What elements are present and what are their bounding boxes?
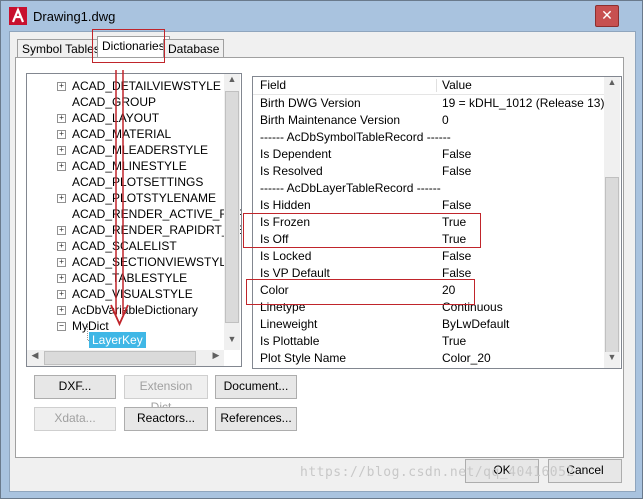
tree-horizontal-scrollbar[interactable]: ◀ ▶ xyxy=(27,350,224,366)
window-title: Drawing1.dwg xyxy=(33,9,116,24)
tree-vertical-scrollbar[interactable]: ▲ ▼ xyxy=(224,74,240,350)
expand-icon[interactable]: + xyxy=(57,242,66,251)
annotation-box-color xyxy=(246,279,475,305)
tree-item[interactable]: ACAD_SECTIONVIEWSTYLE xyxy=(72,254,234,270)
grid-value-cell[interactable]: 0 xyxy=(442,112,449,129)
expand-icon[interactable]: + xyxy=(57,130,66,139)
grid-field-cell[interactable]: ------ AcDbSymbolTableRecord ------ xyxy=(260,129,451,146)
tree-item-selected[interactable]: LayerKey xyxy=(89,332,146,348)
tree-item[interactable]: ACAD_PLOTSTYLENAME xyxy=(72,190,216,206)
grid-value-cell[interactable]: Color_20 xyxy=(442,350,491,367)
expand-icon[interactable]: + xyxy=(57,258,66,267)
expand-icon[interactable]: + xyxy=(57,290,66,299)
expand-icon[interactable]: + xyxy=(57,194,66,203)
tree-item[interactable]: ACAD_RENDER_RAPIDRT_SE xyxy=(72,222,241,238)
grid-field-cell[interactable]: ------ AcDbLayerTableRecord ------ xyxy=(260,180,441,197)
expand-icon[interactable]: + xyxy=(57,274,66,283)
grid-value-cell[interactable]: False xyxy=(442,248,471,265)
expand-icon[interactable]: + xyxy=(57,114,66,123)
grid-field-cell[interactable]: Lineweight xyxy=(260,316,317,333)
grid-value-cell[interactable]: 19 = kDHL_1012 (Release 13) xyxy=(442,95,604,112)
grid-value-cell[interactable]: False xyxy=(442,146,471,163)
dxf-button[interactable]: DXF... xyxy=(34,375,116,399)
annotation-box-frozen-off xyxy=(243,213,481,248)
grid-vertical-scrollbar[interactable]: ▲ ▼ xyxy=(604,77,620,368)
expand-icon[interactable]: + xyxy=(57,306,66,315)
grid-field-cell[interactable]: Is Plottable xyxy=(260,333,319,350)
scroll-down-icon[interactable]: ▼ xyxy=(604,352,620,368)
value-column-header[interactable]: Value xyxy=(442,77,472,94)
grid-field-cell[interactable]: Birth DWG Version xyxy=(260,95,361,112)
autocad-app-icon xyxy=(9,7,27,25)
expand-icon[interactable]: + xyxy=(57,226,66,235)
grid-field-cell[interactable]: Plot Style Name xyxy=(260,350,346,367)
scroll-up-icon[interactable]: ▲ xyxy=(604,77,620,93)
tree-item[interactable]: ACAD_DETAILVIEWSTYLE xyxy=(72,78,221,94)
expand-icon[interactable]: + xyxy=(57,82,66,91)
extension-dict-button[interactable]: Extension Dict... xyxy=(124,375,208,414)
grid-field-cell[interactable]: Is Locked xyxy=(260,248,311,265)
close-button[interactable]: ✕ xyxy=(595,5,619,27)
grid-field-cell[interactable]: Birth Maintenance Version xyxy=(260,112,400,129)
scroll-thumb[interactable] xyxy=(605,177,619,354)
grid-value-cell[interactable]: True xyxy=(442,333,466,350)
scroll-left-icon[interactable]: ◀ xyxy=(27,350,43,366)
document-button[interactable]: Document... xyxy=(215,375,297,399)
scroll-thumb[interactable] xyxy=(225,91,239,323)
grid-value-cell[interactable]: False xyxy=(442,163,471,180)
scroll-thumb[interactable] xyxy=(44,351,196,365)
watermark-text: https://blog.csdn.net/qq_40416052 xyxy=(300,465,575,480)
grid-field-cell[interactable]: Is Dependent xyxy=(260,146,331,163)
tree-item[interactable]: ACAD_RENDER_ACTIVE_RAPI xyxy=(72,206,241,222)
annotation-arrow xyxy=(110,70,129,327)
reactors-button[interactable]: Reactors... xyxy=(124,407,208,431)
field-column-header[interactable]: Field xyxy=(260,77,286,94)
expand-icon[interactable]: + xyxy=(57,162,66,171)
scroll-right-icon[interactable]: ▶ xyxy=(208,350,224,366)
tree-item[interactable]: ACAD_MLEADERSTYLE xyxy=(72,142,208,158)
grid-value-cell[interactable]: False xyxy=(442,197,471,214)
title-bar[interactable]: Drawing1.dwg ✕ xyxy=(1,1,642,31)
expand-icon[interactable]: + xyxy=(57,146,66,155)
annotation-box-dictionaries-tab xyxy=(92,29,165,63)
grid-field-cell[interactable]: Is Resolved xyxy=(260,163,323,180)
xdata-button[interactable]: Xdata... xyxy=(34,407,116,431)
tab-database[interactable]: Database xyxy=(163,39,225,58)
grid-value-cell[interactable]: ByLwDefault xyxy=(442,316,509,333)
scroll-down-icon[interactable]: ▼ xyxy=(224,334,240,350)
grid-field-cell[interactable]: Is Hidden xyxy=(260,197,311,214)
column-divider[interactable] xyxy=(436,79,437,92)
references-button[interactable]: References... xyxy=(215,407,297,431)
scroll-up-icon[interactable]: ▲ xyxy=(224,74,240,90)
collapse-icon[interactable]: − xyxy=(57,322,66,331)
tree-item[interactable]: ACAD_PLOTSETTINGS xyxy=(72,174,203,190)
grid-header: Field Value xyxy=(253,77,604,95)
